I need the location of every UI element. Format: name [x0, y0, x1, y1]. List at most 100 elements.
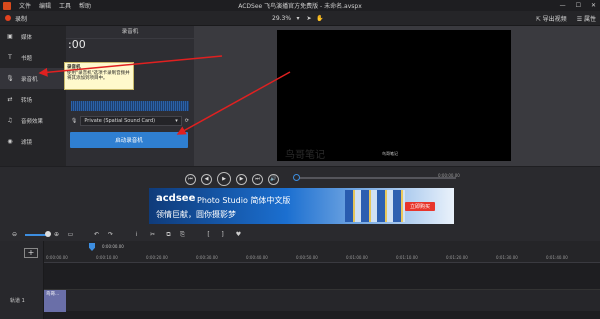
- microphone-icon: 🎙: [6, 75, 14, 82]
- filter-icon: ◉: [7, 138, 13, 145]
- playback-controls: ⏮ ◀ ▶ ▶ ⏭ 🔊: [185, 172, 279, 186]
- window-controls: — ☐ ✕: [560, 0, 596, 11]
- menu-help[interactable]: 帮助: [79, 1, 91, 10]
- sidebar-item-audio-effect[interactable]: ♫ 音频效果: [0, 110, 66, 131]
- playback-time: 0:00:00.00: [438, 173, 460, 178]
- menu-tools[interactable]: 工具: [59, 1, 71, 10]
- ruler-tick: 0:01:10.00: [396, 255, 418, 260]
- export-icon: ⇱: [535, 16, 543, 23]
- start-recorder-button[interactable]: 启动录音机: [70, 132, 188, 148]
- ruler-tick: 0:01:30.00: [496, 255, 518, 260]
- mark-out-icon[interactable]: ]: [218, 230, 227, 239]
- banner-subtitle: 领情巨献，圆你摄影梦: [156, 210, 236, 219]
- slider-handle[interactable]: [45, 231, 51, 237]
- export-button[interactable]: ⇱ 导出视频: [536, 14, 567, 23]
- sidebar-item-text[interactable]: T 书题: [0, 47, 66, 68]
- playhead[interactable]: [89, 243, 95, 251]
- track-lane[interactable]: 鸟哥...: [44, 289, 600, 312]
- track-label: 轨道 1: [10, 298, 25, 304]
- text-icon: T: [8, 54, 12, 61]
- media-icon: ▣: [7, 33, 13, 40]
- ruler-tick: 0:00:50.00: [296, 255, 318, 260]
- record-button[interactable]: 录制: [5, 14, 27, 23]
- ruler-tick: 0:00:20.00: [146, 255, 168, 260]
- record-icon: [5, 15, 11, 21]
- ruler-tick: 0:01:40.00: [546, 255, 568, 260]
- properties-button[interactable]: ☰ 属性: [577, 14, 596, 23]
- ruler-tick: 0:01:00.00: [346, 255, 368, 260]
- sidebar-item-recorder[interactable]: 🎙 录音机: [0, 68, 66, 89]
- banner-logo: acdsee: [156, 193, 196, 204]
- main-toolbar: 录制 29.3% ▾ ➤ ✋ ⇱ 导出视频 ☰ 属性: [0, 11, 600, 26]
- audio-level-meter: [71, 101, 189, 111]
- ad-banner[interactable]: acdsee Photo Studio 简体中文版 领情巨献，圆你摄影梦 立即购…: [149, 188, 454, 224]
- step-forward-icon[interactable]: ▶: [236, 173, 247, 185]
- watermark: 鸟哥笔记: [285, 150, 325, 161]
- paste-icon[interactable]: ⎘: [178, 230, 187, 239]
- playhead-time: 0:00:00.00: [102, 244, 124, 249]
- hand-icon[interactable]: ✋: [316, 14, 324, 22]
- ruler-tick: 0:00:10.00: [96, 255, 118, 260]
- undo-icon[interactable]: ↶: [92, 230, 101, 239]
- zoom-in-icon[interactable]: ⊕: [52, 230, 61, 239]
- refresh-icon[interactable]: ⟳: [185, 118, 189, 124]
- menu-file[interactable]: 文件: [19, 1, 31, 10]
- toolbar-right: ⇱ 导出视频 ☰ 属性: [536, 14, 596, 23]
- timeline-clip[interactable]: 鸟哥...: [44, 290, 66, 312]
- volume-icon[interactable]: 🔊: [268, 173, 279, 185]
- skip-start-icon[interactable]: ⏮: [185, 173, 196, 185]
- banner-product-image: [345, 190, 405, 222]
- preview-caption: 鸟哥笔记: [382, 151, 398, 156]
- audio-effect-icon: ♫: [7, 117, 13, 124]
- tooltip-body: 使用"录音机"选项卡录制音频并将其添加到项目中。: [67, 70, 130, 82]
- chevron-down-icon: ▾: [175, 118, 178, 124]
- skip-end-icon[interactable]: ⏭: [252, 173, 263, 185]
- step-back-icon[interactable]: ◀: [201, 173, 212, 185]
- title-bar: 文件 编辑 工具 帮助 ACDSee 飞鸟演播官方免费版 - 未命名.avspx…: [0, 0, 600, 11]
- sidebar-item-media[interactable]: ▣ 媒体: [0, 26, 66, 47]
- marker-icon[interactable]: ♥: [234, 230, 243, 239]
- chevron-down-icon[interactable]: ▾: [294, 14, 302, 22]
- menu-edit[interactable]: 编辑: [39, 1, 51, 10]
- cut-icon[interactable]: ✂: [148, 230, 157, 239]
- buy-now-button[interactable]: 立即购买: [405, 202, 435, 211]
- zoom-control[interactable]: 29.3% ▾ ➤ ✋: [272, 14, 324, 22]
- scrubber-handle[interactable]: [293, 174, 300, 181]
- sidebar: ▣ 媒体 T 书题 🎙 录音机 ⇄ 转场 ♫ 音频效果 ◉ 滤镜: [0, 26, 66, 166]
- app-window: 文件 编辑 工具 帮助 ACDSee 飞鸟演播官方免费版 - 未命名.avspx…: [0, 0, 600, 319]
- device-row: 🎙 Private (Spatial Sound Card) ▾ ⟳: [71, 116, 189, 126]
- recorder-controls: 🎙 Private (Spatial Sound Card) ▾ ⟳ 启动录音机: [66, 26, 194, 166]
- sidebar-item-transition[interactable]: ⇄ 转场: [0, 89, 66, 110]
- copy-icon[interactable]: ⧉: [164, 230, 173, 239]
- zoom-out-icon[interactable]: ⊖: [10, 230, 19, 239]
- redo-icon[interactable]: ↷: [106, 230, 115, 239]
- track-header-column: + 轨道 1: [0, 241, 44, 319]
- cursor-icon[interactable]: ➤: [305, 14, 313, 22]
- device-select[interactable]: Private (Spatial Sound Card) ▾: [80, 116, 182, 126]
- preview-screen[interactable]: [277, 30, 511, 161]
- ruler-tick: 0:00:30.00: [196, 255, 218, 260]
- close-icon[interactable]: ✕: [591, 2, 596, 9]
- tooltip: 录音机 使用"录音机"选项卡录制音频并将其添加到项目中。: [64, 62, 134, 90]
- ruler-tick: 0:00:40.00: [246, 255, 268, 260]
- play-icon[interactable]: ▶: [217, 172, 231, 186]
- add-track-button[interactable]: +: [24, 248, 38, 258]
- banner-title: Photo Studio 简体中文版: [197, 196, 291, 205]
- timeline-ruler[interactable]: 0:00:00.00 0:00:00.00 0:00:10.00 0:00:20…: [44, 241, 600, 263]
- ruler-tick: 0:00:00.00: [46, 255, 68, 260]
- sidebar-item-filter[interactable]: ◉ 滤镜: [0, 131, 66, 152]
- maximize-icon[interactable]: ☐: [576, 2, 581, 9]
- track-area[interactable]: 鸟哥...: [44, 263, 600, 319]
- mark-in-icon[interactable]: [: [204, 230, 213, 239]
- app-logo-icon: [3, 1, 11, 10]
- timeline-toolbar: ⊖ ⊕ ▭ ↶ ↷ ⁞ ✂ ⧉ ⎘ [ ] ♥: [0, 228, 600, 241]
- minimize-icon[interactable]: —: [560, 2, 566, 9]
- microphone-icon: 🎙: [71, 118, 78, 124]
- ruler-tick: 0:01:20.00: [446, 255, 468, 260]
- split-icon[interactable]: ⁞: [132, 230, 141, 239]
- fit-icon[interactable]: ▭: [66, 230, 75, 239]
- timeline-zoom-slider[interactable]: [25, 231, 51, 237]
- properties-icon: ☰: [576, 16, 584, 23]
- playback-bar: ⏮ ◀ ▶ ▶ ⏭ 🔊 0:00:00.00: [0, 166, 600, 188]
- playback-scrubber[interactable]: [293, 174, 456, 181]
